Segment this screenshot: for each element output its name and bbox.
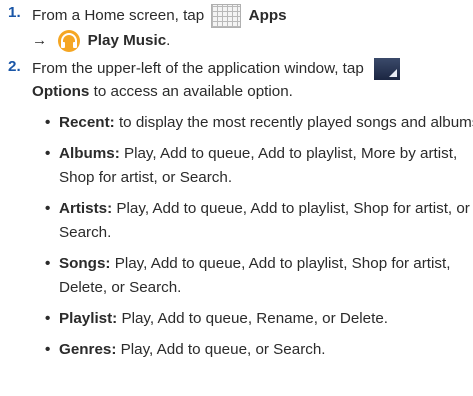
step-1-line-2: → Play Music. [32, 29, 170, 53]
play-music-label: Play Music [87, 32, 167, 50]
option-term: Albums: [59, 145, 120, 162]
option-term: Genres: [59, 341, 117, 358]
option-description: Play, Add to queue, Add to playlist, Sho… [116, 200, 470, 217]
option-term: Songs: [59, 255, 111, 272]
option-item-artists: • Artists: Play, Add to queue, Add to pla… [45, 200, 470, 217]
bullet-glyph: • [45, 255, 51, 272]
apps-grid-icon [211, 4, 242, 28]
step-1-period: . [166, 32, 171, 50]
option-item-songs-cont: Delete, or Search. [59, 279, 182, 296]
arrow-glyph: → [32, 32, 48, 50]
headphones-icon [58, 30, 81, 52]
option-description: Play, Add to queue, Rename, or Delete. [121, 310, 388, 327]
bullet-glyph: • [45, 341, 51, 358]
options-label: Options [32, 83, 90, 100]
step-1-text: From a Home screen, tap [32, 7, 205, 25]
step-1-line-1: From a Home screen, tap Apps [32, 4, 287, 28]
option-term: Artists: [59, 200, 113, 217]
option-item-albums-cont: Shop for artist, or Search. [59, 169, 233, 186]
instructions-page: 1. From a Home screen, tap Apps → Play M… [0, 0, 473, 396]
option-description: Play, Add to queue, Add to playlist, Mor… [123, 145, 458, 162]
option-item-playlist: • Playlist: Play, Add to queue, Rename, o… [45, 310, 388, 327]
step-1: 1. From a Home screen, tap Apps → Play M… [0, 4, 473, 54]
bullet-glyph: • [45, 145, 51, 162]
option-description: Play, Add to queue, or Search. [120, 341, 326, 358]
option-item-albums: • Albums: Play, Add to queue, Add to play… [45, 145, 457, 162]
option-term: Recent: [59, 114, 115, 131]
step-2: 2. From the upper-left of the applicatio… [0, 58, 473, 110]
step-2-text: From the upper-left of the application w… [32, 60, 364, 78]
step-2-rest: to access an available option. [93, 83, 293, 100]
apps-label: Apps [248, 7, 287, 25]
bullet-glyph: • [45, 200, 51, 217]
option-description: to display the most recently played song… [118, 114, 473, 131]
step-2-line-1: From the upper-left of the application w… [32, 58, 401, 80]
option-item-recent: • Recent: to display the most recently pl… [45, 114, 473, 131]
option-description: Play, Add to queue, Add to playlist, Sho… [114, 255, 451, 272]
option-term: Playlist: [59, 310, 118, 327]
bullet-glyph: • [45, 114, 51, 131]
step-2-line-2: Options to access an available option. [32, 83, 293, 100]
option-item-songs: • Songs: Play, Add to queue, Add to playl… [45, 255, 450, 272]
bullet-glyph: • [45, 310, 51, 327]
option-item-artists-cont: Search. [59, 224, 112, 241]
step-number: 1. [8, 4, 21, 21]
step-number: 2. [8, 58, 21, 75]
options-menu-icon [374, 58, 401, 80]
option-item-genres: • Genres: Play, Add to queue, or Search. [45, 341, 326, 358]
